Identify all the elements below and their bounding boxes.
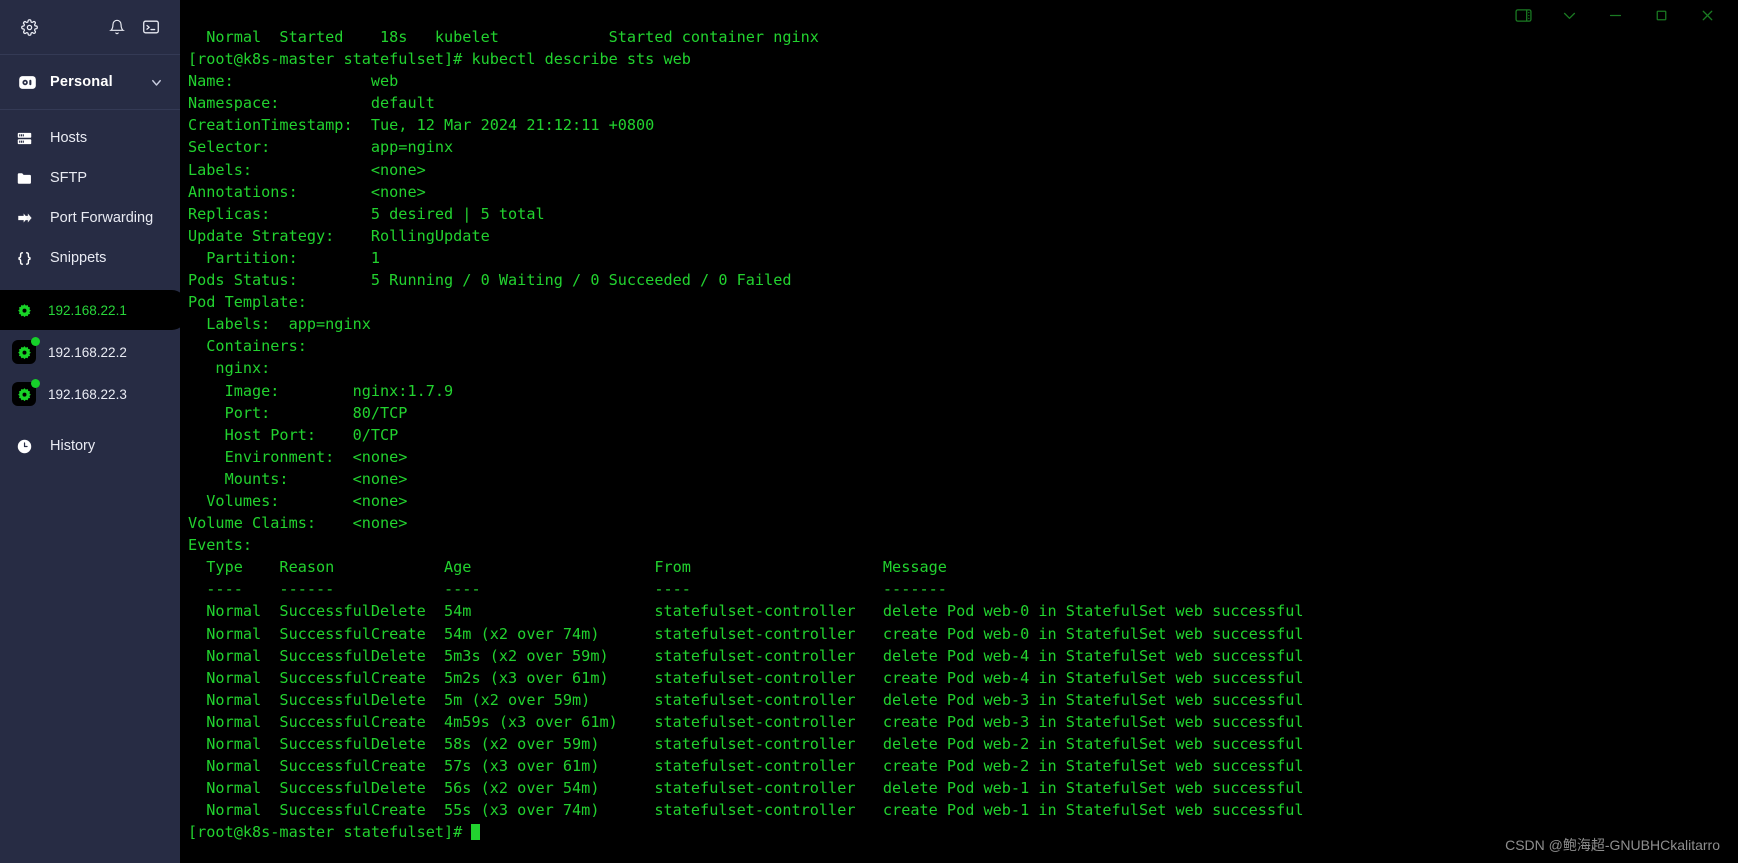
workspace-selector[interactable]: Personal	[0, 55, 180, 110]
terminal-line: Replicas: 5 desired | 5 total	[188, 204, 545, 223]
terminal-line: Normal SuccessfulDelete 56s (x2 over 54m…	[188, 779, 1304, 798]
host-label: 192.168.22.3	[48, 386, 127, 402]
app-root: Personal Hosts SFTP Port Forwarding Snip…	[0, 0, 1738, 863]
terminal-prompt-line[interactable]: [root@k8s-master statefulset]#	[188, 821, 1738, 843]
gear-icon	[12, 337, 40, 364]
terminal-line: Volumes: <none>	[188, 491, 408, 510]
sidebar-item-history[interactable]: History	[0, 426, 180, 466]
sidebar-item-hosts[interactable]: Hosts	[0, 118, 180, 158]
close-icon[interactable]	[1684, 0, 1730, 30]
terminal-line: Events:	[188, 536, 253, 555]
sidebar-host-192-168-22-2[interactable]: 192.168.22.2	[0, 332, 180, 372]
folder-icon	[16, 170, 42, 187]
terminal-line: Normal SuccessfulDelete 58s (x2 over 59m…	[188, 735, 1304, 753]
workspace-label: Personal	[50, 74, 113, 90]
sidebar-toolbar	[0, 0, 180, 55]
gear-icon[interactable]	[16, 14, 42, 40]
terminal-line: Normal SuccessfulCreate 5m2s (x3 over 61…	[188, 668, 1304, 687]
terminal-line: Normal SuccessfulDelete 5m (x2 over 59m)…	[188, 690, 1304, 709]
terminal-line: Selector: app=nginx	[188, 138, 454, 157]
terminal-line: Port: 80/TCP	[188, 403, 408, 422]
terminal-line: nginx:	[188, 359, 271, 378]
sidebar-item-sftp[interactable]: SFTP	[0, 158, 180, 198]
sidebar-item-label: Snippets	[50, 250, 107, 266]
clock-icon	[16, 438, 42, 455]
sidebar-item-snippets[interactable]: Snippets	[0, 238, 180, 278]
sidebar-item-label: SFTP	[50, 170, 88, 186]
vault-icon	[16, 71, 38, 93]
sidebar-host-192-168-22-3[interactable]: 192.168.22.3	[0, 374, 180, 414]
sidebar: Personal Hosts SFTP Port Forwarding Snip…	[0, 0, 186, 863]
terminal-icon[interactable]	[138, 14, 164, 40]
gear-icon	[12, 298, 36, 322]
online-status-dot	[31, 379, 40, 388]
terminal-line: CreationTimestamp: Tue, 12 Mar 2024 21:1…	[188, 116, 655, 135]
terminal-line: Partition: 1	[188, 248, 381, 267]
terminal-line: Type Reason Age From Message	[188, 558, 947, 577]
minimize-icon[interactable]	[1592, 0, 1638, 30]
terminal-line: Labels: <none>	[188, 160, 426, 179]
chevron-down-icon[interactable]	[1546, 0, 1592, 30]
terminal-line: Volume Claims: <none>	[188, 514, 408, 533]
terminal-pane[interactable]: Normal Started 18s kubelet Started conta…	[180, 0, 1738, 863]
split-pane-icon[interactable]	[1500, 0, 1546, 30]
terminal-line: Pods Status: 5 Running / 0 Waiting / 0 S…	[188, 271, 792, 290]
sidebar-item-label: Hosts	[50, 130, 88, 146]
gear-icon	[12, 379, 40, 406]
terminal-line: Mounts: <none>	[188, 469, 408, 488]
terminal-line: ---- ------ ---- ---- -------	[188, 580, 947, 599]
terminal-line: Pod Template:	[188, 293, 307, 312]
terminal-prompt-text: [root@k8s-master statefulset]#	[188, 823, 472, 842]
sidebar-host-192-168-22-1[interactable]: 192.168.22.1	[0, 290, 186, 330]
terminal-line: Annotations: <none>	[188, 182, 426, 201]
server-icon	[16, 130, 42, 147]
terminal-line: Normal SuccessfulDelete 54m statefulset-…	[188, 602, 1304, 621]
window-titlebar	[180, 0, 1738, 30]
host-label: 192.168.22.1	[48, 302, 127, 318]
terminal-line: Normal SuccessfulCreate 57s (x3 over 61m…	[188, 757, 1304, 776]
terminal-line: [root@k8s-master statefulset]# kubectl d…	[188, 50, 691, 69]
terminal-line: Namespace: default	[188, 94, 435, 113]
terminal-line: Normal SuccessfulCreate 54m (x2 over 74m…	[188, 624, 1304, 643]
sidebar-nav: Hosts SFTP Port Forwarding Snippets 192.…	[0, 110, 186, 466]
bell-icon[interactable]	[104, 14, 130, 40]
chevron-down-icon[interactable]	[149, 75, 164, 90]
terminal-line: Host Port: 0/TCP	[188, 425, 399, 444]
terminal-line: Environment: <none>	[188, 447, 408, 466]
online-status-dot	[31, 337, 40, 346]
hosts-history-gap	[0, 416, 180, 426]
terminal-line: Normal SuccessfulCreate 55s (x3 over 74m…	[188, 801, 1304, 820]
terminal-output[interactable]: Normal Started 18s kubelet Started conta…	[180, 0, 1738, 863]
arrows-icon	[16, 209, 42, 227]
terminal-line: Containers:	[188, 337, 307, 356]
sidebar-item-port-forwarding[interactable]: Port Forwarding	[0, 198, 180, 238]
terminal-line: Image: nginx:1.7.9	[188, 381, 454, 400]
braces-icon	[16, 250, 42, 267]
maximize-icon[interactable]	[1638, 0, 1684, 30]
host-label: 192.168.22.2	[48, 344, 127, 360]
terminal-line: Update Strategy: RollingUpdate	[188, 226, 490, 245]
terminal-cursor	[471, 824, 481, 841]
nav-hosts-gap	[0, 278, 180, 288]
terminal-line: Normal SuccessfulCreate 4m59s (x3 over 6…	[188, 712, 1304, 731]
sidebar-item-label: Port Forwarding	[50, 210, 154, 226]
terminal-line: Name: web	[188, 72, 399, 91]
sidebar-item-label: History	[50, 438, 96, 454]
terminal-line: Normal SuccessfulDelete 5m3s (x2 over 59…	[188, 646, 1304, 665]
terminal-line: Labels: app=nginx	[188, 315, 371, 334]
